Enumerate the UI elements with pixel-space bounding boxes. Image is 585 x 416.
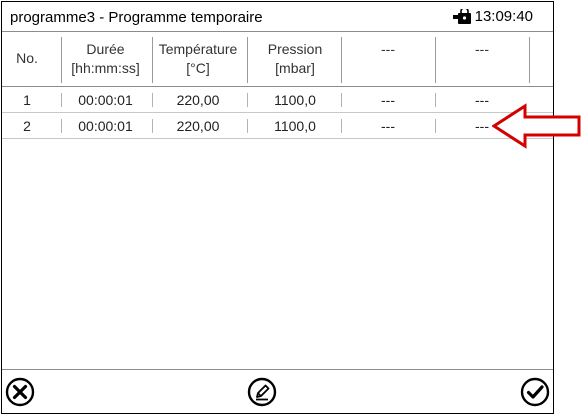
table-row[interactable]: 1 00:00:01 220,00 1100,0 --- ---	[2, 87, 553, 113]
title-bar: programme3 - Programme temporaire 13:09:…	[2, 2, 553, 32]
col-header-temperature-label: Température	[158, 41, 238, 57]
status-area: 13:09:40	[452, 8, 533, 25]
col-header-6: ---	[435, 33, 529, 86]
cell-col5[interactable]: ---	[341, 87, 435, 112]
door-lock-icon	[452, 8, 471, 24]
table-row[interactable]: 2 00:00:01 220,00 1100,0 --- ---	[2, 113, 553, 139]
program-editor-window: programme3 - Programme temporaire 13:09:…	[1, 1, 554, 414]
col-header-duree-label: Durée	[86, 41, 125, 57]
cell-temperature[interactable]: 220,00	[150, 87, 246, 112]
col-header-no: No.	[2, 33, 52, 86]
clock-time: 13:09:40	[474, 8, 533, 25]
table-header: No. Durée [hh:mm:ss] Température [°C] Pr…	[2, 33, 553, 87]
col-header-5: ---	[341, 33, 435, 86]
cell-pression[interactable]: 1100,0	[248, 113, 342, 138]
edit-pencil-icon[interactable]	[246, 376, 278, 408]
column-divider	[529, 37, 530, 83]
col-header-pression-label: Pression	[267, 41, 323, 57]
col-header-duree-unit: [hh:mm:ss]	[71, 60, 140, 76]
col-header-pression-unit: [mbar]	[275, 60, 315, 76]
cell-no: 1	[23, 92, 31, 108]
cell-temperature[interactable]: 220,00	[150, 113, 246, 138]
cell-pression[interactable]: 1100,0	[248, 87, 342, 112]
cell-no: 2	[23, 118, 31, 134]
program-table: No. Durée [hh:mm:ss] Température [°C] Pr…	[2, 33, 553, 139]
col-header-temperature-unit: [°C]	[186, 60, 210, 76]
col-header-5-label: ---	[381, 41, 395, 57]
col-header-pression: Pression [mbar]	[248, 33, 342, 86]
col-header-no-label: No.	[16, 50, 38, 66]
col-header-6-label: ---	[475, 41, 489, 57]
footer-toolbar	[2, 369, 553, 413]
page-title: programme3 - Programme temporaire	[10, 9, 263, 26]
cell-duree[interactable]: 00:00:01	[58, 87, 153, 112]
confirm-check-icon[interactable]	[519, 376, 551, 408]
col-header-duree: Durée [hh:mm:ss]	[58, 33, 153, 86]
cancel-circle-icon[interactable]	[4, 376, 36, 408]
cell-col5[interactable]: ---	[341, 113, 435, 138]
cell-duree[interactable]: 00:00:01	[58, 113, 153, 138]
left-arrow-icon	[492, 103, 581, 149]
col-header-temperature: Température [°C]	[150, 33, 246, 86]
